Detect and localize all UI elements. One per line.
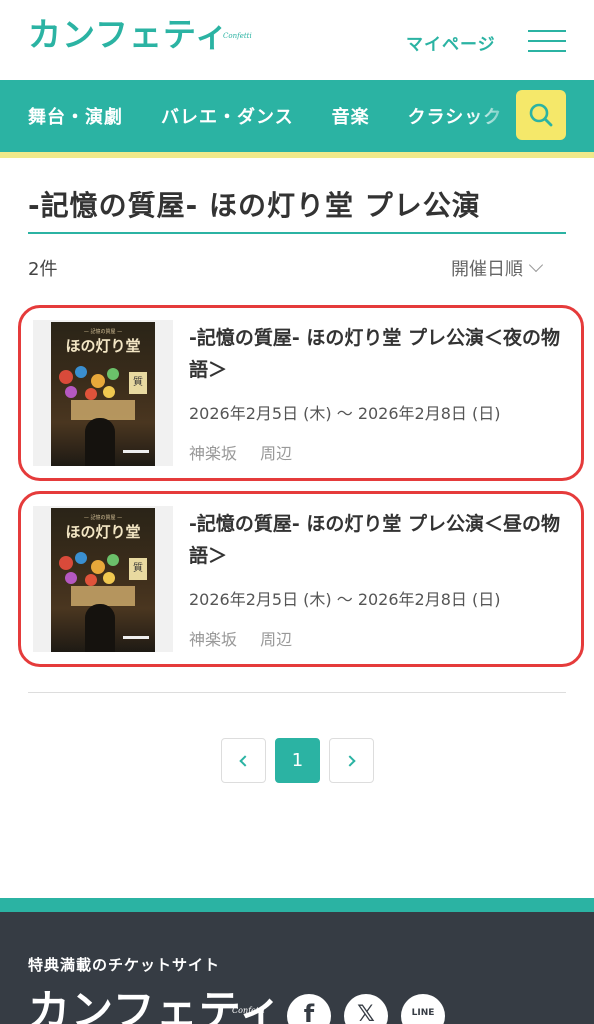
search-button[interactable] (516, 90, 566, 140)
event-date: 2026年2月5日 (木) 〜 2026年2月8日 (日) (189, 404, 501, 423)
chevron-right-icon (344, 754, 356, 767)
event-title[interactable]: -記憶の質屋- ほの灯り堂 プレ公演＜昼の物語＞ (189, 508, 571, 572)
pagination: 1 (221, 738, 383, 783)
footer-tagline: 特典満載のチケットサイト (28, 956, 221, 974)
site-logo[interactable]: カンフェティ Confetti (28, 18, 252, 51)
logo-sub-text: Confetti (223, 32, 252, 40)
nav-underline (0, 152, 594, 158)
site-footer: 特典満載のチケットサイト カンフェティ Confetti f 𝕏 LINE (0, 912, 594, 1024)
list-divider (28, 692, 566, 693)
menu-icon[interactable] (528, 30, 566, 54)
event-date: 2026年2月5日 (木) 〜 2026年2月8日 (日) (189, 590, 501, 609)
nav-fade (470, 80, 520, 152)
sort-dropdown[interactable]: 開催日順 (451, 255, 544, 281)
result-count: 2件 (28, 259, 58, 280)
event-venue: 神楽坂 (189, 630, 238, 649)
search-icon (529, 103, 553, 127)
event-poster: — 記憶の質屋 — ほの灯り堂 質 (51, 508, 155, 652)
category-music[interactable]: 音楽 (332, 103, 370, 129)
sort-label: 開催日順 (451, 259, 523, 280)
event-venue: 神楽坂 (189, 444, 238, 463)
chevron-down-icon (528, 257, 544, 273)
title-divider (28, 232, 566, 234)
event-poster: — 記憶の質屋 — ほの灯り堂 質 (51, 322, 155, 466)
next-page-button[interactable] (329, 738, 374, 783)
line-icon[interactable]: LINE (401, 994, 445, 1024)
event-area: 周辺 (260, 630, 293, 649)
prev-page-button[interactable] (221, 738, 266, 783)
event-location: 神楽坂 周辺 (189, 440, 310, 464)
x-icon[interactable]: 𝕏 (344, 994, 388, 1024)
event-location: 神楽坂 周辺 (189, 626, 310, 650)
event-card[interactable]: — 記憶の質屋 — ほの灯り堂 質 -記憶の質屋- ほの灯り堂 プレ公演＜夜の物… (18, 305, 584, 481)
page-title: -記憶の質屋- ほの灯り堂 プレ公演 (28, 189, 481, 222)
category-ballet-dance[interactable]: バレエ・ダンス (161, 103, 294, 129)
footer-logo-sub: Confetti (232, 1006, 265, 1015)
site-header: カンフェティ Confetti マイページ (0, 0, 594, 80)
category-stage[interactable]: 舞台・演劇 (28, 103, 123, 129)
category-nav: 舞台・演劇 バレエ・ダンス 音楽 クラシック (0, 80, 594, 152)
logo-text: カンフェティ (28, 15, 230, 54)
event-title[interactable]: -記憶の質屋- ほの灯り堂 プレ公演＜夜の物語＞ (189, 322, 571, 386)
event-area: 周辺 (260, 444, 293, 463)
facebook-icon[interactable]: f (287, 994, 331, 1024)
event-card[interactable]: — 記憶の質屋 — ほの灯り堂 質 -記憶の質屋- ほの灯り堂 プレ公演＜昼の物… (18, 491, 584, 667)
footer-accent-bar (0, 898, 594, 912)
mypage-link[interactable]: マイページ (406, 30, 496, 55)
page-button-current[interactable]: 1 (275, 738, 320, 783)
chevron-left-icon (239, 754, 251, 767)
